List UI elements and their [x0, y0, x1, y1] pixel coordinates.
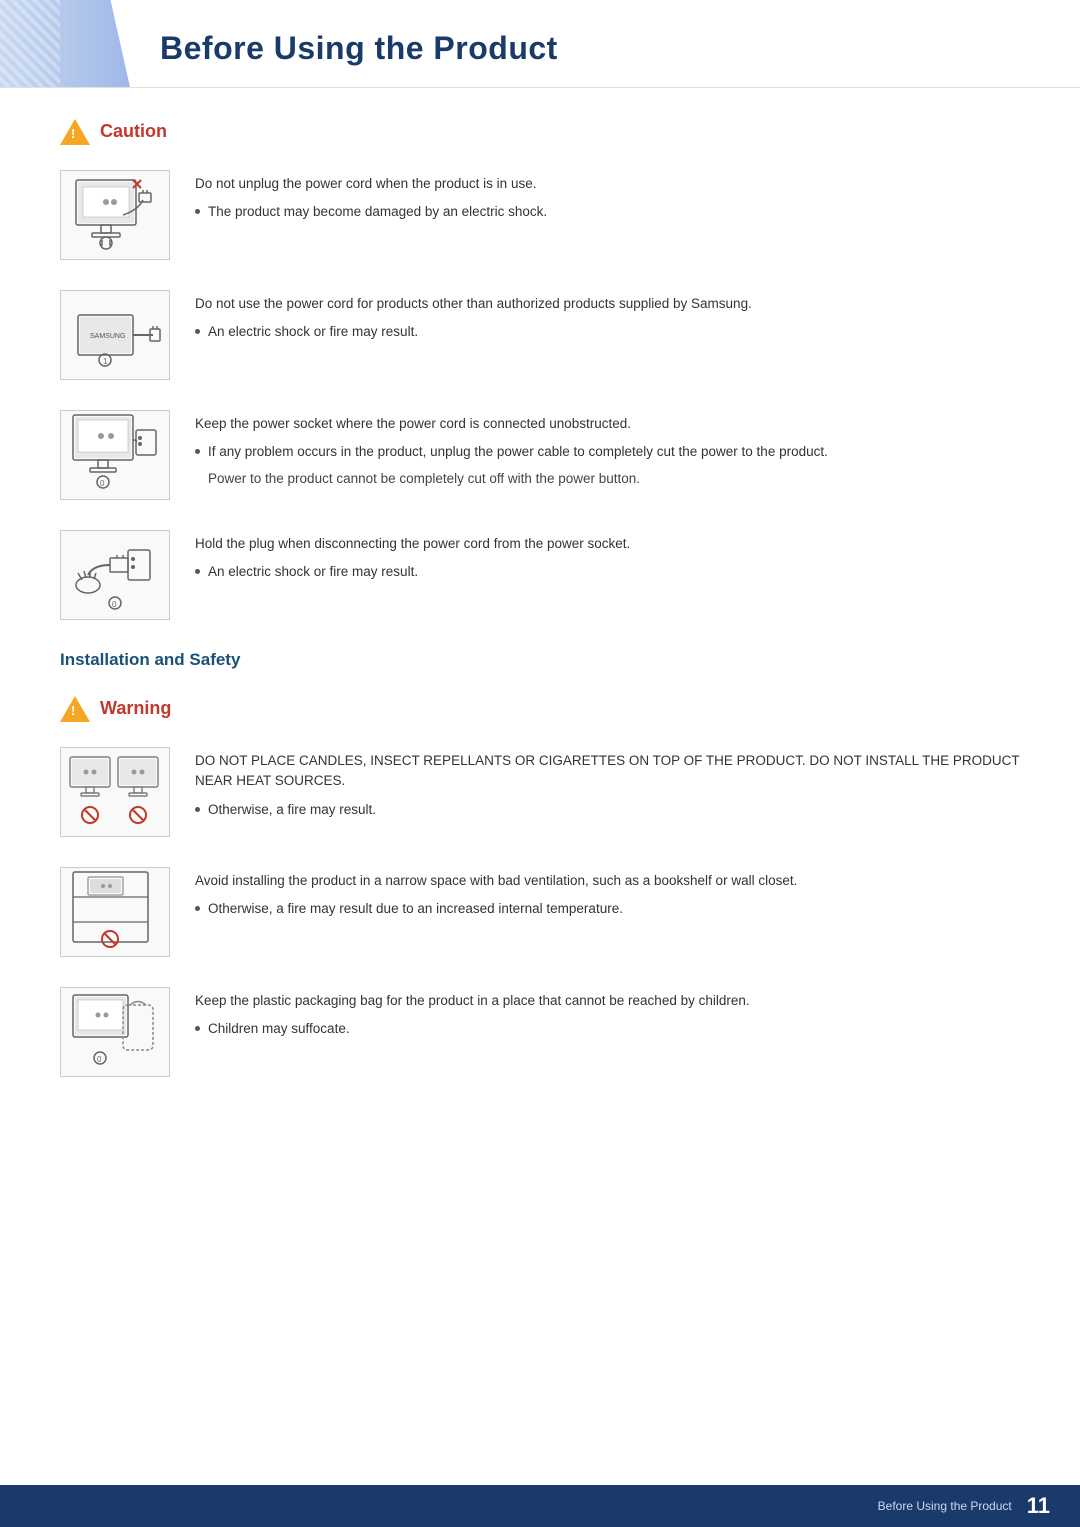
- page-footer: Before Using the Product 11: [0, 1485, 1080, 1527]
- caution-bullet-1: The product may become damaged by an ele…: [195, 202, 1020, 222]
- warning-image-2: [60, 867, 170, 957]
- caution-image-2: SAMSUNG 1: [60, 290, 170, 380]
- caution-sub-3: Power to the product cannot be completel…: [208, 469, 1020, 489]
- warning-item-2: Avoid installing the product in a narrow…: [60, 867, 1020, 957]
- header-diagonal-lines: [0, 0, 60, 87]
- caution-bullet-text-4: An electric shock or fire may result.: [208, 562, 418, 582]
- caution-bullet-text-1: The product may become damaged by an ele…: [208, 202, 547, 222]
- svg-text:0: 0: [100, 479, 105, 488]
- caution-item-1: Do not unplug the power cord when the pr…: [60, 170, 1020, 260]
- warning-text-3: Keep the plastic packaging bag for the p…: [195, 987, 1020, 1044]
- page-title: Before Using the Product: [160, 30, 1020, 67]
- svg-text:1: 1: [103, 357, 108, 366]
- warning-bullet-2: Otherwise, a fire may result due to an i…: [195, 899, 1020, 919]
- caution-bullet-text-3: If any problem occurs in the product, un…: [208, 442, 828, 462]
- warning-text-2: Avoid installing the product in a narrow…: [195, 867, 1020, 924]
- caution-image-1: [60, 170, 170, 260]
- warning-bullet-1: Otherwise, a fire may result.: [195, 800, 1020, 820]
- warning-bullet-text-3: Children may suffocate.: [208, 1019, 350, 1039]
- warning-bullet-text-1: Otherwise, a fire may result.: [208, 800, 376, 820]
- main-content: Caution: [0, 118, 1080, 1167]
- warning-text-1: DO NOT PLACE CANDLES, INSECT REPELLANTS …: [195, 747, 1020, 824]
- caution-bullet-4: An electric shock or fire may result.: [195, 562, 1020, 582]
- bullet-dot: [195, 569, 200, 574]
- warning-main-1: DO NOT PLACE CANDLES, INSECT REPELLANTS …: [195, 751, 1020, 792]
- page-wrapper: Before Using the Product Caution: [0, 0, 1080, 1527]
- caution-label: Caution: [100, 121, 167, 142]
- caution-bullet-text-2: An electric shock or fire may result.: [208, 322, 418, 342]
- footer-page-number: 11: [1027, 1493, 1050, 1519]
- bullet-dot: [195, 807, 200, 812]
- warning-item-1: DO NOT PLACE CANDLES, INSECT REPELLANTS …: [60, 747, 1020, 837]
- monitor-illustration-2: SAMSUNG 1: [68, 295, 163, 375]
- caution-bullet-2: An electric shock or fire may result.: [195, 322, 1020, 342]
- caution-main-2: Do not use the power cord for products o…: [195, 294, 1020, 314]
- warning-image-1: [60, 747, 170, 837]
- svg-text:0: 0: [97, 1055, 102, 1064]
- caution-item-3: 0 Keep the power socket where the power …: [60, 410, 1020, 500]
- caution-text-2: Do not use the power cord for products o…: [195, 290, 1020, 347]
- header-blue-accent: [0, 0, 130, 87]
- plug-illustration: 0: [68, 535, 163, 615]
- warning-item-3: 0 Keep the plastic packaging bag for the…: [60, 987, 1020, 1077]
- bullet-dot: [195, 209, 200, 214]
- caution-header: Caution: [60, 118, 1020, 145]
- bullet-dot: [195, 329, 200, 334]
- warning-main-3: Keep the plastic packaging bag for the p…: [195, 991, 1020, 1011]
- bullet-dot: [195, 906, 200, 911]
- warning-label: Warning: [100, 698, 171, 719]
- warning-header: Warning: [60, 695, 1020, 722]
- caution-image-4: 0: [60, 530, 170, 620]
- warning-bullet-text-2: Otherwise, a fire may result due to an i…: [208, 899, 623, 919]
- monitor-illustration-3: 0: [68, 410, 163, 500]
- svg-text:0: 0: [112, 600, 117, 609]
- installation-heading: Installation and Safety: [60, 650, 1020, 675]
- caution-item-2: SAMSUNG 1 Do not use the power cord for …: [60, 290, 1020, 380]
- caution-item-4: 0 Hold the plug when disconnecting the p…: [60, 530, 1020, 620]
- warning-icon: [60, 695, 90, 722]
- caution-text-4: Hold the plug when disconnecting the pow…: [195, 530, 1020, 587]
- caution-text-1: Do not unplug the power cord when the pr…: [195, 170, 1020, 227]
- bag-illustration: 0: [68, 990, 163, 1075]
- candles-illustration: [68, 747, 163, 837]
- bookshelf-illustration: [68, 867, 163, 957]
- footer-text: Before Using the Product: [878, 1499, 1012, 1513]
- caution-text-3: Keep the power socket where the power co…: [195, 410, 1020, 489]
- warning-triangle: [60, 696, 90, 722]
- svg-text:SAMSUNG: SAMSUNG: [90, 333, 125, 340]
- caution-main-4: Hold the plug when disconnecting the pow…: [195, 534, 1020, 554]
- caution-image-3: 0: [60, 410, 170, 500]
- caution-main-1: Do not unplug the power cord when the pr…: [195, 174, 1020, 194]
- warning-image-3: 0: [60, 987, 170, 1077]
- monitor-illustration-1: [68, 175, 163, 255]
- bullet-dot: [195, 1026, 200, 1031]
- caution-main-3: Keep the power socket where the power co…: [195, 414, 1020, 434]
- bullet-dot: [195, 449, 200, 454]
- caution-bullet-3: If any problem occurs in the product, un…: [195, 442, 1020, 462]
- warning-main-2: Avoid installing the product in a narrow…: [195, 871, 1020, 891]
- caution-icon: [60, 118, 90, 145]
- caution-triangle: [60, 119, 90, 145]
- page-header: Before Using the Product: [0, 0, 1080, 88]
- warning-bullet-3: Children may suffocate.: [195, 1019, 1020, 1039]
